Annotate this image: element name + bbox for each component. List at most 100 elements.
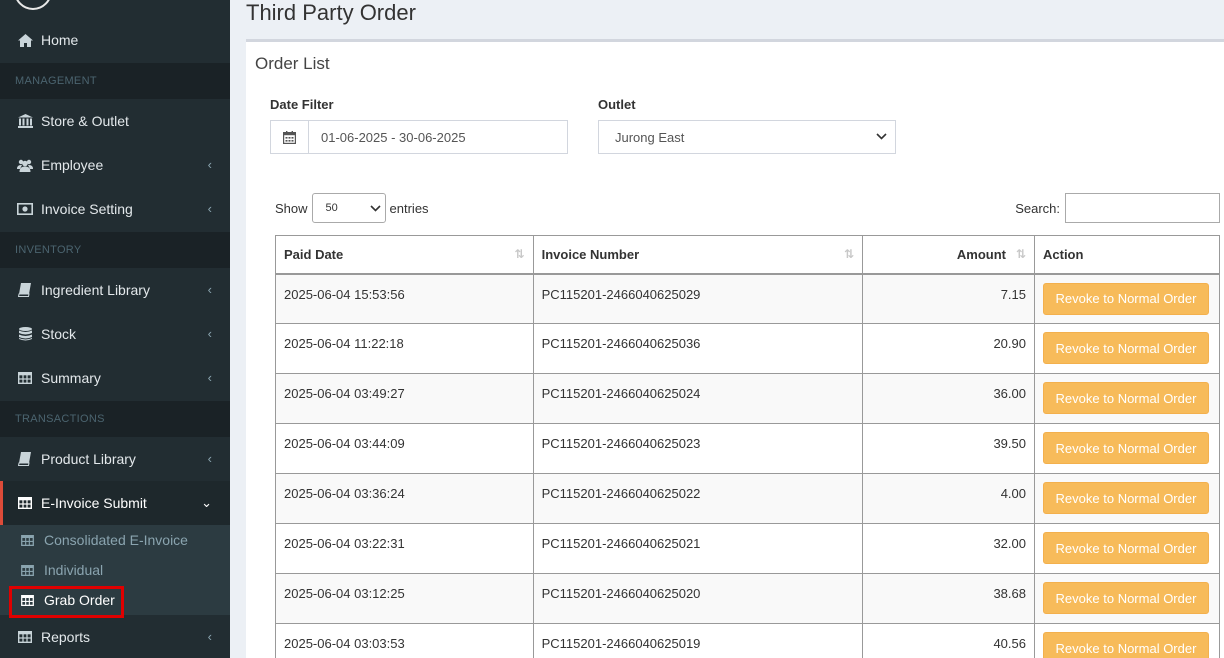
sidebar-item-reports[interactable]: Reports ‹: [0, 615, 230, 658]
sidebar-item-home[interactable]: Home: [0, 18, 230, 62]
table-row: 2025-06-04 15:53:56 PC115201-24660406250…: [275, 273, 1220, 324]
cell-invoice-number: PC115201-2466040625020: [532, 573, 864, 624]
sidebar-item-label: Product Library: [41, 451, 136, 467]
cell-invoice-number: PC115201-2466040625036: [532, 323, 864, 374]
cell-paid-date: 2025-06-04 03:22:31: [275, 523, 534, 574]
cell-invoice-number: PC115201-2466040625029: [532, 273, 864, 324]
revoke-button[interactable]: Revoke to Normal Order: [1043, 432, 1209, 464]
calendar-icon: [271, 121, 309, 153]
submenu-item-individual[interactable]: Individual: [0, 555, 230, 585]
nav-header-inventory: INVENTORY: [0, 232, 230, 268]
table-icon: [17, 371, 33, 385]
show-label: Show: [275, 200, 308, 216]
cell-amount: 4.00: [862, 473, 1035, 524]
outlet-label: Outlet: [598, 97, 636, 112]
submenu-item-grab-order[interactable]: Grab Order: [0, 585, 230, 615]
revoke-button[interactable]: Revoke to Normal Order: [1043, 632, 1209, 658]
table-search: Search:: [1015, 193, 1220, 223]
sidebar-item-invoice-setting[interactable]: Invoice Setting ‹: [0, 187, 230, 231]
column-header-invoice-number[interactable]: Invoice Number ⇅: [532, 235, 864, 275]
orders-table: Paid Date ⇅ Invoice Number ⇅ Amount ⇅ Ac…: [275, 235, 1220, 658]
sidebar-item-ingredient-library[interactable]: Ingredient Library ‹: [0, 268, 230, 312]
cell-amount: 7.15: [862, 273, 1035, 324]
book-icon: [17, 283, 33, 297]
cell-action: Revoke to Normal Order: [1034, 473, 1220, 524]
cell-paid-date: 2025-06-04 03:49:27: [275, 373, 534, 424]
table-icon: [17, 630, 33, 644]
sidebar-item-label: Stock: [41, 326, 77, 342]
cell-invoice-number: PC115201-2466040625021: [532, 523, 864, 574]
sidebar-item-stock[interactable]: Stock ‹: [0, 312, 230, 356]
column-header-paid-date[interactable]: Paid Date ⇅: [275, 235, 534, 275]
sidebar-item-employee[interactable]: Employee ‹: [0, 143, 230, 187]
entries-length-control: Show 50 entries: [275, 193, 429, 223]
chevron-left-icon: ‹: [207, 201, 212, 216]
submenu-item-label: Consolidated E-Invoice: [44, 532, 188, 548]
table-row: 2025-06-04 03:36:24 PC115201-24660406250…: [275, 473, 1220, 524]
cell-invoice-number: PC115201-2466040625019: [532, 623, 864, 658]
sidebar-item-store-outlet[interactable]: Store & Outlet: [0, 99, 230, 143]
cell-paid-date: 2025-06-04 15:53:56: [275, 273, 534, 324]
date-filter-input[interactable]: 01-06-2025 - 30-06-2025: [270, 120, 568, 154]
home-icon: [17, 33, 33, 47]
sidebar-item-product-library[interactable]: Product Library ‹: [0, 437, 230, 481]
column-header-label: Invoice Number: [541, 246, 640, 262]
sidebar-item-label: Employee: [41, 157, 104, 173]
chevron-down-icon: ⌄: [201, 495, 212, 510]
revoke-button[interactable]: Revoke to Normal Order: [1043, 532, 1209, 564]
order-list-box: Order List Date Filter 01-06-2025 - 30-0…: [246, 39, 1224, 658]
sidebar-item-einvoice-submit[interactable]: E-Invoice Submit ⌄: [0, 481, 230, 525]
submenu-item-label: Individual: [44, 562, 104, 578]
table-row: 2025-06-04 03:03:53 PC115201-24660406250…: [275, 623, 1220, 658]
cell-amount: 39.50: [862, 423, 1035, 474]
sidebar-item-label: Summary: [41, 370, 101, 386]
cell-amount: 36.00: [862, 373, 1035, 424]
chevron-left-icon: ‹: [207, 282, 212, 297]
chevron-left-icon: ‹: [207, 157, 212, 172]
sidebar: Home MANAGEMENT Store & Outlet Employee …: [0, 0, 230, 658]
page-title: Third Party Order: [246, 0, 416, 25]
table-row: 2025-06-04 03:12:25 PC115201-24660406250…: [275, 573, 1220, 624]
column-header-amount[interactable]: Amount ⇅: [862, 235, 1035, 275]
entries-select[interactable]: 50: [311, 193, 386, 223]
table-icon: [20, 534, 34, 546]
sidebar-item-label: Store & Outlet: [41, 113, 129, 129]
sort-icon: ⇅: [844, 247, 855, 261]
table-row: 2025-06-04 03:44:09 PC115201-24660406250…: [275, 423, 1220, 474]
sidebar-item-summary[interactable]: Summary ‹: [0, 356, 230, 400]
revoke-button[interactable]: Revoke to Normal Order: [1043, 482, 1209, 514]
cell-action: Revoke to Normal Order: [1034, 573, 1220, 624]
column-header-label: Amount: [956, 246, 1006, 262]
revoke-button[interactable]: Revoke to Normal Order: [1043, 582, 1209, 614]
search-label: Search:: [1015, 200, 1060, 216]
cell-paid-date: 2025-06-04 03:36:24: [275, 473, 534, 524]
entries-select-value: 50: [325, 202, 338, 214]
nav-header-transactions: TRANSACTIONS: [0, 401, 230, 437]
sidebar-item-label: E-Invoice Submit: [41, 495, 147, 511]
sidebar-item-label: Invoice Setting: [41, 201, 133, 217]
money-icon: [17, 202, 33, 216]
bank-icon: [17, 114, 33, 128]
chevron-left-icon: ‹: [207, 451, 212, 466]
cell-action: Revoke to Normal Order: [1034, 373, 1220, 424]
database-icon: [17, 327, 33, 341]
cell-action: Revoke to Normal Order: [1034, 523, 1220, 574]
einvoice-submenu: Consolidated E-Invoice Individual Grab O…: [0, 525, 230, 615]
outlet-select[interactable]: Jurong East: [598, 120, 896, 154]
revoke-button[interactable]: Revoke to Normal Order: [1043, 382, 1209, 414]
cell-action: Revoke to Normal Order: [1034, 323, 1220, 374]
chevron-left-icon: ‹: [207, 629, 212, 644]
cell-amount: 40.56: [862, 623, 1035, 658]
cell-amount: 38.68: [862, 573, 1035, 624]
table-row: 2025-06-04 11:22:18 PC115201-24660406250…: [275, 323, 1220, 374]
revoke-button[interactable]: Revoke to Normal Order: [1043, 282, 1209, 315]
sort-icon: ⇅: [514, 247, 525, 261]
logo: [14, 0, 52, 10]
revoke-button[interactable]: Revoke to Normal Order: [1043, 332, 1209, 364]
chevron-left-icon: ‹: [207, 326, 212, 341]
submenu-item-consolidated[interactable]: Consolidated E-Invoice: [0, 525, 230, 555]
table-row: 2025-06-04 03:22:31 PC115201-24660406250…: [275, 523, 1220, 574]
search-input[interactable]: [1065, 193, 1220, 223]
cell-invoice-number: PC115201-2466040625024: [532, 373, 864, 424]
table-row: 2025-06-04 03:49:27 PC115201-24660406250…: [275, 373, 1220, 424]
